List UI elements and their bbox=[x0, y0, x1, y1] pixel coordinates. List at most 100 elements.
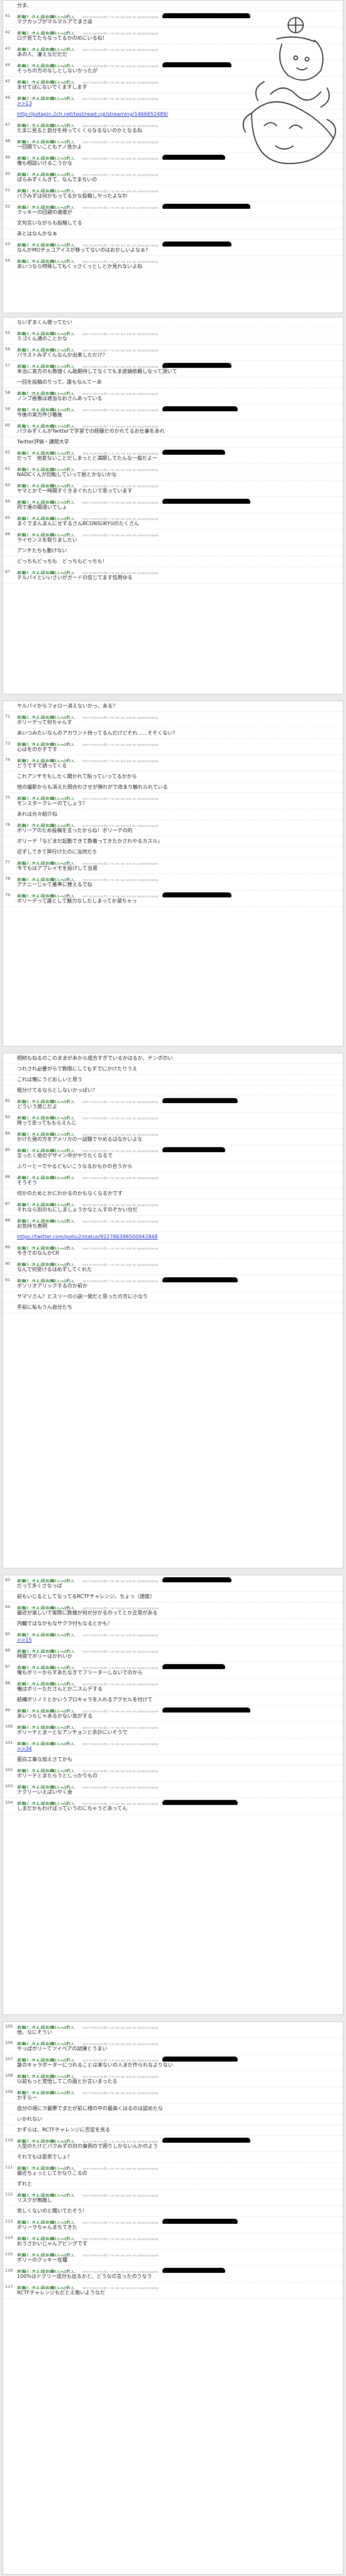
post-number[interactable]: 100 bbox=[5, 1724, 13, 1729]
reply-anchor-link[interactable]: >>15 bbox=[17, 1637, 32, 1643]
post-number[interactable]: 58 bbox=[5, 390, 10, 395]
post-number[interactable]: 50 bbox=[5, 171, 10, 176]
post-number[interactable]: 97 bbox=[5, 1664, 10, 1669]
post-number[interactable]: 56 bbox=[5, 347, 10, 352]
post-number[interactable]: 49 bbox=[5, 155, 10, 160]
post-number[interactable]: 94 bbox=[5, 1604, 10, 1609]
post-number[interactable]: 55 bbox=[5, 330, 10, 335]
post-number[interactable]: 86 bbox=[5, 1174, 10, 1179]
post-number[interactable]: 90 bbox=[5, 1261, 10, 1266]
post-url-link[interactable]: http://potapin.2ch.net/test/read.cgi/str… bbox=[17, 111, 168, 117]
post-number[interactable]: 67 bbox=[5, 569, 10, 574]
post-number[interactable]: 93 bbox=[5, 1577, 10, 1582]
poster-name: 名無しさん＠お腹いっぱい。 bbox=[17, 1132, 79, 1136]
post-number[interactable]: 89 bbox=[5, 1245, 10, 1250]
post-number[interactable]: 116 bbox=[5, 2268, 13, 2273]
post-number[interactable]: 113 bbox=[5, 2219, 13, 2224]
post-number[interactable]: 75 bbox=[5, 795, 10, 800]
post-number[interactable]: 107 bbox=[5, 2057, 13, 2062]
post-number[interactable]: 63 bbox=[5, 482, 10, 487]
post-header: 名無しさん＠お腹いっぱい。 2017/10/23(月) 13:2X:XX.XX I… bbox=[17, 2235, 340, 2240]
post-meta: 2017/10/23(月) 13:2X:XX.XX ID:XXXXXXXXX bbox=[82, 174, 159, 176]
post-item: 109 名無しさん＠お腹いっぱい。 2017/10/23(月) 13:2X:XX.X… bbox=[3, 2087, 343, 2104]
poster-name: 名無しさん＠お腹いっぱい。 bbox=[17, 47, 79, 51]
post-number[interactable]: 88 bbox=[5, 1218, 10, 1223]
post-header: 名無しさん＠お腹いっぱい。 2017/10/23(月) 13:2X:XX.XX I… bbox=[17, 1097, 340, 1103]
poster-name: 名無しさん＠お腹いっぱい。 bbox=[17, 140, 79, 143]
post-number[interactable]: 105 bbox=[5, 2024, 13, 2029]
post-number[interactable]: 106 bbox=[5, 2040, 13, 2045]
post-header: 名無しさん＠お腹いっぱい。 2017/10/23(月) 13:2X:XX.XX I… bbox=[17, 170, 340, 176]
post-number[interactable]: 103 bbox=[5, 1784, 13, 1789]
post-number[interactable]: 96 bbox=[5, 1648, 10, 1653]
post-number[interactable]: 62 bbox=[5, 466, 10, 471]
post-body: 結構ボリノミとかいうプロキャラを入れるアクセルを付けて bbox=[17, 1697, 153, 1702]
post-number[interactable]: 72 bbox=[5, 714, 10, 719]
post-number[interactable]: 46 bbox=[5, 95, 10, 100]
post-meta: 2017/10/23(月) 13:2X:XX.XX ID:XXXXXXXXX bbox=[82, 1248, 159, 1250]
post-meta: 2017/10/23(月) 13:2X:XX.XX ID:XXXXXXXXX bbox=[82, 158, 159, 160]
post-meta: 2017/10/23(月) 13:2X:XX.XX ID:XXXXXXXXX bbox=[82, 2076, 159, 2078]
post-number[interactable]: 102 bbox=[5, 1767, 13, 1772]
post-number[interactable]: 57 bbox=[5, 363, 10, 368]
post-number[interactable]: 98 bbox=[5, 1680, 10, 1685]
post-number[interactable]: 91 bbox=[5, 1277, 10, 1282]
post-number[interactable]: 47 bbox=[5, 122, 10, 127]
post-number[interactable]: 52 bbox=[5, 204, 10, 209]
reply-anchor-link[interactable]: >>34 bbox=[17, 1746, 32, 1752]
post-header: 名無しさん＠お腹いっぱい。 2017/10/23(月) 13:2X:XX.XX I… bbox=[17, 1130, 340, 1136]
post-number[interactable]: 45 bbox=[5, 79, 10, 84]
post-item: 56 名無しさん＠お腹いっぱい。 2017/10/23(月) 13:2X:XX.XX… bbox=[3, 345, 343, 361]
post-number[interactable]: 108 bbox=[5, 2073, 13, 2078]
post-number[interactable]: 60 bbox=[5, 423, 10, 428]
post-number[interactable]: 84 bbox=[5, 1131, 10, 1136]
post-number[interactable]: 44 bbox=[5, 62, 10, 67]
post-number[interactable]: 64 bbox=[5, 499, 10, 504]
post-number[interactable]: 53 bbox=[5, 242, 10, 247]
post-number[interactable]: 61 bbox=[5, 450, 10, 455]
post-number[interactable]: 101 bbox=[5, 1740, 13, 1745]
post-header: 名無しさん＠お腹いっぱい。 2017/10/23(月) 13:2X:XX.XX I… bbox=[17, 389, 340, 395]
post-number[interactable]: 115 bbox=[5, 2251, 13, 2257]
post-number[interactable]: 74 bbox=[5, 757, 10, 762]
post-number[interactable]: 54 bbox=[5, 258, 10, 263]
reply-anchor-link[interactable]: >>13 bbox=[17, 101, 32, 106]
post-number[interactable]: 79 bbox=[5, 892, 10, 897]
post-number[interactable]: 66 bbox=[5, 531, 10, 536]
post-body: ライセンスを取りましたい bbox=[17, 537, 77, 543]
post-number[interactable]: 110 bbox=[5, 2138, 13, 2143]
poster-name: 名無しさん＠お腹いっぱい。 bbox=[17, 424, 79, 428]
post-url-link[interactable]: https://twitter.com/potlu2/status/922786… bbox=[17, 1234, 158, 1240]
post-number[interactable]: 99 bbox=[5, 1707, 10, 1713]
post-number[interactable]: 48 bbox=[5, 138, 10, 143]
post-number[interactable]: 41 bbox=[5, 13, 10, 18]
post-meta: 2017/10/23(月) 13:2X:XX.XX ID:XXXXXXXXX bbox=[82, 1177, 159, 1179]
post-number[interactable]: 117 bbox=[5, 2284, 13, 2289]
post-number[interactable]: 85 bbox=[5, 1147, 10, 1152]
post-meta: 2017/10/23(月) 13:2X:XX.XX ID:XXXXXXXXX bbox=[82, 409, 159, 411]
post-number[interactable]: 77 bbox=[5, 860, 10, 865]
post-number[interactable]: 42 bbox=[5, 30, 10, 35]
post-number[interactable]: 111 bbox=[5, 2165, 13, 2170]
post-number[interactable]: 114 bbox=[5, 2235, 13, 2240]
post-meta: 2017/10/23(月) 13:2X:XX.XX ID:XXXXXXXXX bbox=[82, 2238, 159, 2240]
post-number[interactable]: 78 bbox=[5, 876, 10, 881]
post-number[interactable]: 104 bbox=[5, 1800, 13, 1805]
post-number[interactable]: 112 bbox=[5, 2192, 13, 2197]
post-number[interactable]: 95 bbox=[5, 1631, 10, 1636]
post-body: それなら別のもにしましょうかなとんすのぞかい分だ bbox=[17, 1207, 138, 1213]
post-number[interactable]: 83 bbox=[5, 1114, 10, 1119]
post-number[interactable]: 51 bbox=[5, 187, 10, 192]
post-number[interactable]: 59 bbox=[5, 406, 10, 411]
post-number[interactable]: 43 bbox=[5, 46, 10, 51]
post-number[interactable]: 73 bbox=[5, 741, 10, 746]
post-number[interactable]: 82 bbox=[5, 1098, 10, 1103]
post-meta: 2017/10/23(月) 13:2X:XX.XX ID:XXXXXXXXX bbox=[82, 49, 159, 51]
post-item: 113 名無しさん＠お腹いっぱい。 2017/10/23(月) 13:2X:XX.X… bbox=[3, 2217, 343, 2233]
post-item: あいつみたいなんのアカウント持ってるんだけどそれ……そそくない？ bbox=[3, 728, 343, 739]
post-number[interactable]: 76 bbox=[5, 822, 10, 827]
redaction-bar bbox=[162, 1146, 225, 1152]
post-number[interactable]: 65 bbox=[5, 515, 10, 520]
post-number[interactable]: 109 bbox=[5, 2089, 13, 2094]
post-number[interactable]: 87 bbox=[5, 1201, 10, 1206]
